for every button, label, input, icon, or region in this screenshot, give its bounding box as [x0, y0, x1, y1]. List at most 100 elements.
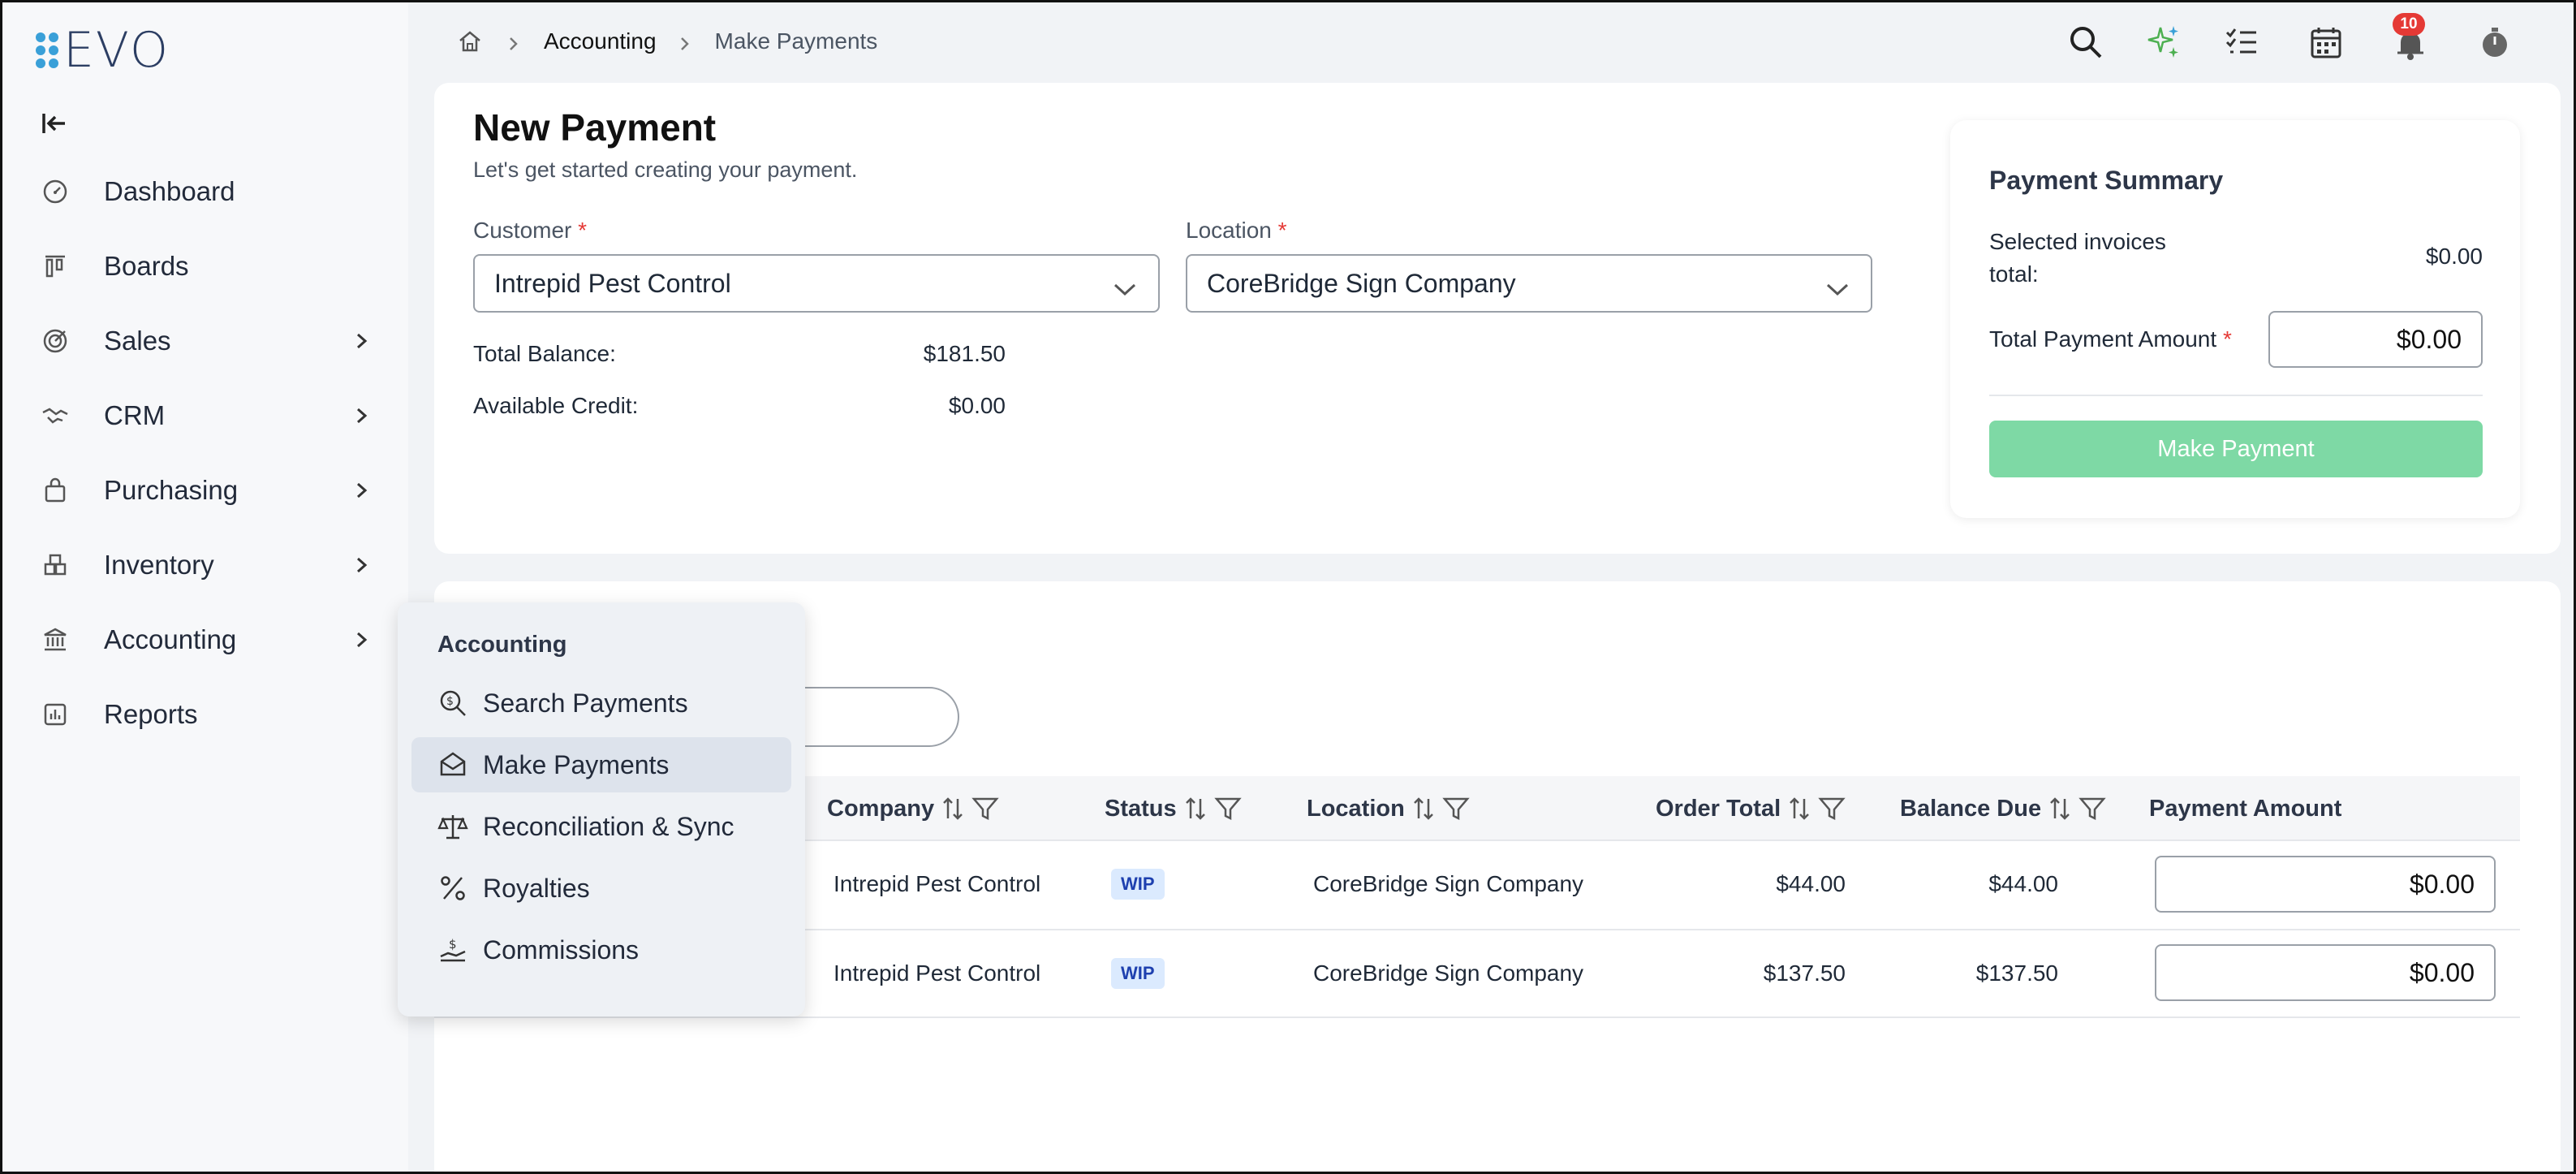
sidebar-item-crm[interactable]: CRM	[0, 378, 408, 453]
customer-select-value: Intrepid Pest Control	[494, 268, 731, 298]
column-header-order-total[interactable]: Order Total	[1656, 794, 1846, 823]
row1-location: CoreBridge Sign Company	[1313, 871, 1584, 896]
sort-icon	[1413, 797, 1433, 820]
flyout-item-royalties[interactable]: Royalties	[411, 861, 791, 916]
calendar-icon[interactable]	[2308, 24, 2346, 62]
sidebar-item-dashboard[interactable]: Dashboard	[0, 154, 408, 229]
flyout-item-commissions[interactable]: $ Commissions	[411, 922, 791, 978]
chevron-down-icon	[1825, 275, 1850, 296]
flyout-item-label: Reconciliation & Sync	[483, 811, 734, 841]
shopping-bag-icon	[41, 476, 70, 505]
search-icon[interactable]	[2068, 24, 2105, 62]
flyout-item-label: Make Payments	[483, 749, 670, 779]
row2-location: CoreBridge Sign Company	[1313, 960, 1584, 986]
sidebar-item-label: Purchasing	[104, 475, 239, 505]
sort-icon	[2050, 797, 2070, 820]
sidebar-item-inventory[interactable]: Inventory	[0, 528, 408, 602]
sidebar-item-label: Sales	[104, 326, 171, 356]
column-header-company[interactable]: Company	[827, 794, 999, 823]
timer-icon[interactable]	[2477, 24, 2514, 62]
logo-text: EVO	[63, 22, 170, 79]
sparkle-icon[interactable]	[2144, 23, 2182, 60]
sort-icon	[1790, 797, 1810, 820]
row-divider	[434, 1016, 2520, 1018]
filter-icon	[1818, 797, 1846, 821]
row1-payment-amount-input[interactable]: $0.00	[2155, 856, 2496, 913]
sidebar-item-label: Boards	[104, 251, 189, 281]
breadcrumb-accounting[interactable]: Accounting	[544, 28, 657, 54]
available-credit-label: Available Credit:	[473, 393, 639, 418]
sidebar: EVO Dashboard Boards Sales CRM Purchasin…	[0, 0, 408, 1174]
column-header-balance-due[interactable]: Balance Due	[1900, 794, 2106, 823]
total-balance-label: Total Balance:	[473, 341, 616, 366]
row1-order-total: $44.00	[1776, 871, 1846, 896]
payment-summary-title: Payment Summary	[1989, 166, 2224, 195]
sidebar-item-sales[interactable]: Sales	[0, 304, 408, 378]
home-icon[interactable]	[456, 28, 484, 55]
inventory-icon	[41, 550, 70, 580]
row2-company: Intrepid Pest Control	[834, 960, 1041, 986]
status-badge: WIP	[1111, 869, 1165, 900]
flyout-title: Accounting	[437, 632, 567, 658]
sidebar-item-reports[interactable]: Reports	[0, 677, 408, 752]
make-payment-button[interactable]: Make Payment	[1989, 421, 2483, 477]
total-payment-amount-label: Total Payment Amount *	[1989, 326, 2232, 352]
sidebar-item-label: Reports	[104, 699, 198, 729]
chevron-right-icon	[354, 627, 370, 653]
customer-label: Customer *	[473, 218, 588, 243]
make-payments-icon	[437, 749, 468, 780]
bank-icon	[41, 625, 70, 654]
scale-icon	[437, 811, 468, 842]
chevron-down-icon	[1113, 275, 1137, 296]
flyout-item-search-payments[interactable]: $ Search Payments	[411, 675, 791, 731]
row2-payment-amount-input[interactable]: $0.00	[2155, 944, 2496, 1001]
flyout-item-label: Search Payments	[483, 688, 688, 718]
chevron-right-icon	[354, 552, 370, 578]
column-header-status[interactable]: Status	[1105, 794, 1242, 823]
chevron-right-icon	[679, 32, 691, 50]
sidebar-item-label: Dashboard	[104, 176, 235, 206]
flyout-item-label: Royalties	[483, 873, 590, 903]
collapse-sidebar-icon[interactable]	[39, 109, 68, 138]
location-label: Location *	[1186, 218, 1287, 243]
customer-select[interactable]: Intrepid Pest Control	[473, 254, 1160, 313]
breadcrumb-current: Make Payments	[714, 28, 878, 54]
filter-icon	[1213, 797, 1242, 821]
sort-icon	[1185, 797, 1205, 820]
boards-icon	[41, 252, 70, 281]
total-balance-value: $181.50	[923, 341, 1006, 366]
location-select[interactable]: CoreBridge Sign Company	[1186, 254, 1872, 313]
sidebar-item-purchasing[interactable]: Purchasing	[0, 453, 408, 528]
notification-badge: 10	[2393, 13, 2425, 36]
sidebar-item-label: Accounting	[104, 624, 237, 654]
sales-icon	[41, 326, 70, 356]
selected-invoices-label: Selected invoices total:	[1989, 229, 2166, 287]
dashboard-icon	[41, 177, 70, 206]
flyout-item-reconciliation-sync[interactable]: Reconciliation & Sync	[411, 799, 791, 854]
column-header-location[interactable]: Location	[1307, 794, 1470, 823]
chevron-right-icon	[354, 477, 370, 503]
percent-icon	[437, 873, 468, 904]
chevron-right-icon	[354, 328, 370, 354]
flyout-item-make-payments[interactable]: Make Payments	[411, 737, 791, 792]
divider	[1989, 395, 2483, 396]
filter-icon	[2078, 797, 2106, 821]
sidebar-item-label: Inventory	[104, 550, 214, 580]
page-subtitle: Let's get started creating your payment.	[473, 158, 858, 182]
evo-logo[interactable]: EVO	[36, 22, 170, 79]
status-badge: WIP	[1111, 958, 1165, 989]
row1-company: Intrepid Pest Control	[834, 871, 1041, 896]
selected-invoices-value: $0.00	[2425, 244, 2483, 269]
breadcrumb: Accounting Make Payments	[456, 28, 877, 55]
sidebar-item-accounting[interactable]: Accounting	[0, 602, 408, 677]
available-credit-value: $0.00	[948, 393, 1006, 418]
svg-text:$: $	[449, 937, 457, 952]
sort-icon	[943, 797, 963, 820]
chevron-right-icon	[354, 403, 370, 429]
logo-mark-icon	[36, 32, 58, 68]
sidebar-nav: Dashboard Boards Sales CRM Purchasing In…	[0, 154, 408, 752]
total-payment-amount-input[interactable]: $0.00	[2268, 311, 2483, 368]
sidebar-item-boards[interactable]: Boards	[0, 229, 408, 304]
tasks-icon[interactable]	[2224, 24, 2261, 62]
page-title: New Payment	[473, 106, 717, 149]
